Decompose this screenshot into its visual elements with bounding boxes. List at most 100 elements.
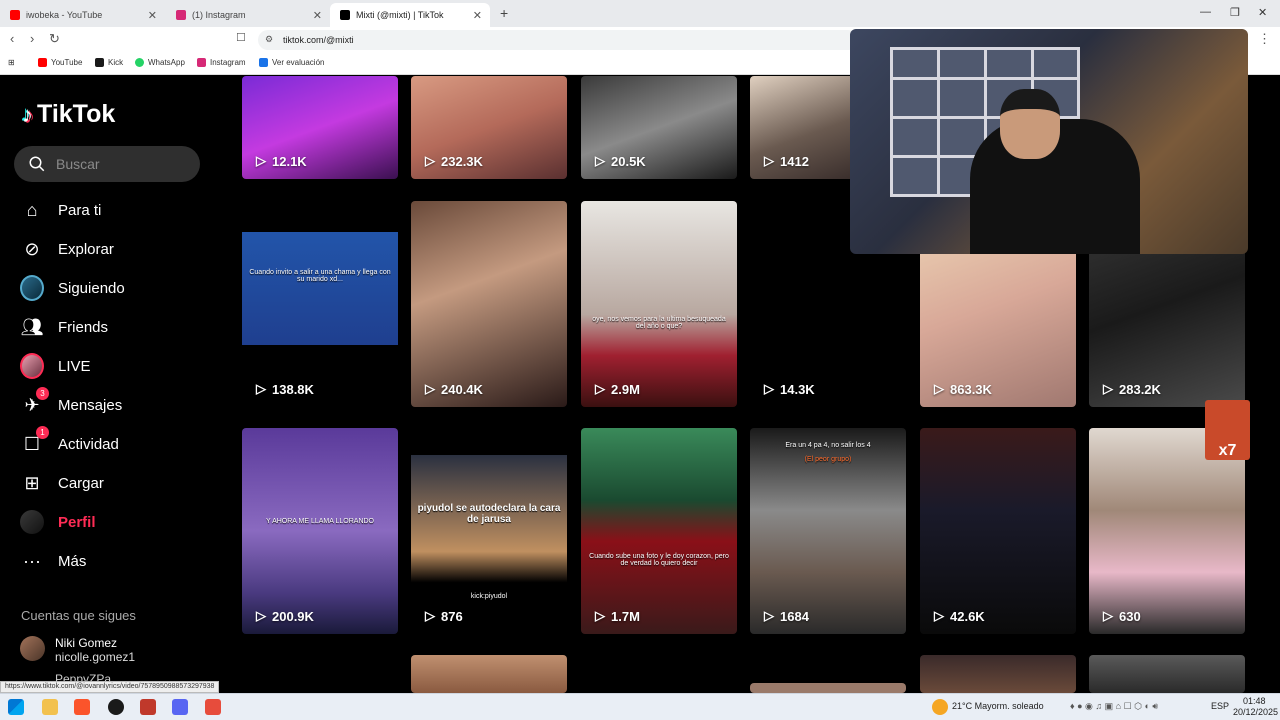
- bookmark-label: YouTube: [51, 58, 83, 67]
- nav-label: Friends: [58, 318, 109, 336]
- brave-browser-icon[interactable]: [74, 699, 90, 715]
- account-name: Niki Gomez: [55, 636, 118, 650]
- nav-label: Más: [58, 552, 87, 570]
- nav-label: Siguiendo: [58, 279, 125, 297]
- sidebar-item-perfil[interactable]: Perfil: [20, 508, 96, 536]
- sidebar-item-explorar[interactable]: ⊘ Explorar: [20, 235, 114, 263]
- webcam-overlay: [850, 29, 1248, 254]
- play-icon: ▷: [764, 153, 774, 168]
- app-icon[interactable]: [140, 699, 156, 715]
- notification-badge: 1: [36, 426, 49, 439]
- bookmark-youtube[interactable]: YouTube: [38, 58, 82, 67]
- bookmark-label: Kick: [108, 58, 124, 67]
- bookmark-whatsapp[interactable]: WhatsApp: [135, 58, 185, 67]
- video-card[interactable]: ▷ 42.6K: [920, 428, 1076, 634]
- youtube-icon: [10, 10, 20, 20]
- video-card[interactable]: Cuando invito a salir a una chama y lleg…: [242, 201, 398, 407]
- following-account[interactable]: Niki Gomez nicolle.gomez1: [20, 636, 135, 664]
- url-text: tiktok.com/@mixti: [283, 35, 354, 45]
- close-window-icon[interactable]: ✕: [1258, 6, 1267, 19]
- sidebar-item-actividad[interactable]: ☐ 1 Actividad: [20, 426, 119, 458]
- view-count: ▷ 14.3K: [764, 381, 815, 397]
- tiktok-logo[interactable]: ♪ TikTok: [22, 100, 115, 129]
- view-count-value: 200.9K: [272, 608, 314, 624]
- view-count-value: 138.8K: [272, 381, 314, 397]
- search-input[interactable]: [56, 156, 186, 172]
- tab-youtube[interactable]: iwobeka - YouTube ✕: [0, 3, 165, 27]
- tab-instagram[interactable]: (1) Instagram ✕: [166, 3, 330, 27]
- sidebar-item-mas[interactable]: ··· Más: [20, 547, 86, 575]
- bookmark-label: WhatsApp: [148, 58, 185, 67]
- sidebar-item-cargar[interactable]: ⊞ Cargar: [20, 469, 103, 497]
- apps-icon[interactable]: ⊞: [8, 58, 15, 67]
- weather-text[interactable]: 21°C Mayorm. soleado: [952, 701, 1044, 711]
- view-count-value: 1412: [780, 153, 809, 169]
- sidebar-item-siguiendo[interactable]: Siguiendo: [20, 274, 125, 302]
- tab-tiktok[interactable]: Mixti (@mixti) | TikTok ✕: [330, 3, 490, 27]
- link-status-bar: https://www.tiktok.com/@iovannlyrics/vid…: [0, 681, 220, 693]
- minimize-icon[interactable]: —: [1200, 6, 1211, 18]
- instagram-icon: [176, 10, 186, 20]
- video-card[interactable]: Era un 4 pa 4, no salir los 4 (El peor gr…: [750, 428, 906, 634]
- back-icon[interactable]: ‹: [10, 31, 14, 46]
- nav-label: Actividad: [58, 435, 119, 453]
- video-card-partial[interactable]: [1089, 655, 1245, 693]
- video-card-partial[interactable]: [411, 655, 567, 693]
- system-tray-icons[interactable]: ♦ ● ◉ ♫ ▣ ⌂ ☐ ⬡ ◐ 🔊︎: [1070, 701, 1158, 712]
- video-card[interactable]: ▷ 232.3K: [411, 76, 567, 179]
- multiplier-badge: x7: [1205, 400, 1250, 460]
- view-count-value: 283.2K: [1119, 381, 1161, 397]
- video-card[interactable]: Cuando sube una foto y le doy corazon, p…: [581, 428, 737, 634]
- nav-label: Explorar: [58, 240, 114, 258]
- video-card[interactable]: ▷ 240.4K: [411, 201, 567, 407]
- video-caption: oye, nos vemos para la ultima besuqueada…: [592, 316, 726, 330]
- activity-icon: ☐ 1: [20, 426, 49, 456]
- file-explorer-icon[interactable]: [42, 699, 58, 715]
- tab-label: Mixti (@mixti) | TikTok: [356, 10, 444, 20]
- view-count: ▷ 12.1K: [256, 153, 307, 169]
- kick-icon: [95, 58, 104, 67]
- nav-label: Perfil: [58, 513, 96, 531]
- url-field[interactable]: ⚙ tiktok.com/@mixti: [258, 30, 858, 50]
- clock-time[interactable]: 01:48: [1243, 696, 1266, 706]
- video-card[interactable]: oye, nos vemos para la ultima besuqueada…: [581, 201, 737, 407]
- restore-icon[interactable]: ❐: [1230, 6, 1240, 19]
- sidebar-item-live[interactable]: LIVE: [20, 352, 91, 380]
- close-icon[interactable]: ✕: [473, 9, 482, 22]
- play-icon: ▷: [256, 381, 266, 396]
- clock-date[interactable]: 20/12/2025: [1233, 707, 1278, 717]
- search-box[interactable]: [14, 146, 200, 182]
- sidebar-item-mensajes[interactable]: ✈︎ 3 Mensajes: [20, 387, 122, 419]
- video-card-partial[interactable]: [750, 683, 906, 693]
- forward-icon[interactable]: ›: [30, 31, 34, 46]
- language-indicator[interactable]: ESP: [1211, 701, 1229, 711]
- messages-icon: ✈︎ 3: [20, 387, 49, 417]
- bookmark-evaluacion[interactable]: Ver evaluación: [259, 58, 324, 67]
- video-caption: Y AHORA ME LLAMA LLORANDO: [265, 518, 375, 525]
- bookmark-icon[interactable]: ☐: [236, 31, 246, 44]
- close-icon[interactable]: ✕: [313, 9, 322, 22]
- video-card[interactable]: ▷ 20.5K: [581, 76, 737, 179]
- discord-icon[interactable]: [172, 699, 188, 715]
- site-info-icon[interactable]: ⚙: [265, 34, 273, 45]
- bookmark-instagram[interactable]: Instagram: [197, 58, 246, 67]
- video-card[interactable]: Y AHORA ME LLAMA LLORANDO ▷ 200.9K: [242, 428, 398, 634]
- video-card-partial[interactable]: [920, 655, 1076, 693]
- bookmark-kick[interactable]: Kick: [95, 58, 123, 67]
- view-count: ▷ 630: [1103, 608, 1141, 624]
- video-app-icon[interactable]: [205, 699, 221, 715]
- windows-start-icon[interactable]: [8, 699, 24, 715]
- view-count: ▷ 1412: [764, 153, 809, 169]
- close-icon[interactable]: ✕: [148, 9, 157, 22]
- new-tab-button[interactable]: +: [500, 5, 508, 21]
- menu-icon[interactable]: ⋮: [1258, 31, 1271, 47]
- video-card[interactable]: piyudol se autodeclara la cara de jarusa…: [411, 428, 567, 634]
- video-card[interactable]: ▷ 12.1K: [242, 76, 398, 179]
- browser-tab-bar: iwobeka - YouTube ✕ (1) Instagram ✕ Mixt…: [0, 0, 1280, 27]
- reload-icon[interactable]: ↻: [49, 31, 60, 47]
- sidebar-item-friends[interactable]: 👥︎ Friends: [20, 313, 108, 341]
- more-icon: ···: [23, 550, 41, 571]
- sidebar-item-para-ti[interactable]: ⌂ Para ti: [20, 196, 102, 224]
- profile-avatar: [20, 510, 44, 534]
- obs-icon[interactable]: [108, 699, 124, 715]
